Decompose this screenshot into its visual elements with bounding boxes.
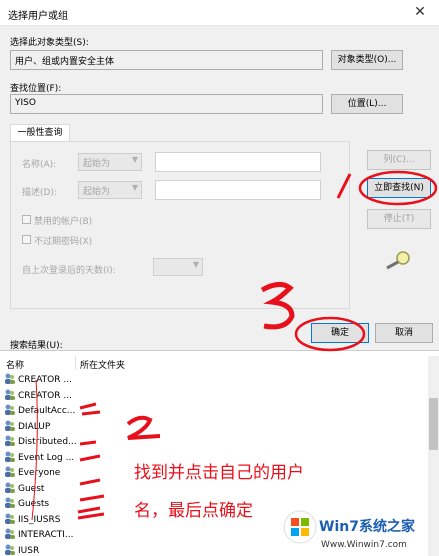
- windows-logo-icon: [283, 510, 317, 544]
- step3-stroke: [260, 282, 295, 330]
- guide-line: [31, 379, 38, 521]
- step2-stroke: [126, 415, 161, 440]
- step1-stroke: [336, 173, 352, 199]
- marker-guest: [77, 478, 105, 520]
- marker-defaultacc: [79, 402, 101, 416]
- annotation-text-line1: 找到并点击自己的用户: [134, 463, 304, 483]
- annotation-text-line2: 名，最后点确定: [134, 501, 253, 521]
- ok-circle: [294, 316, 366, 352]
- marker-dialup: [79, 440, 101, 462]
- watermark-url: Www.Winwin7.com: [321, 540, 407, 550]
- watermark-logo-text: Win7系统之家: [319, 519, 415, 535]
- watermark: Win7系统之家 Www.Winwin7.com: [283, 508, 433, 554]
- find-now-circle: [358, 170, 438, 206]
